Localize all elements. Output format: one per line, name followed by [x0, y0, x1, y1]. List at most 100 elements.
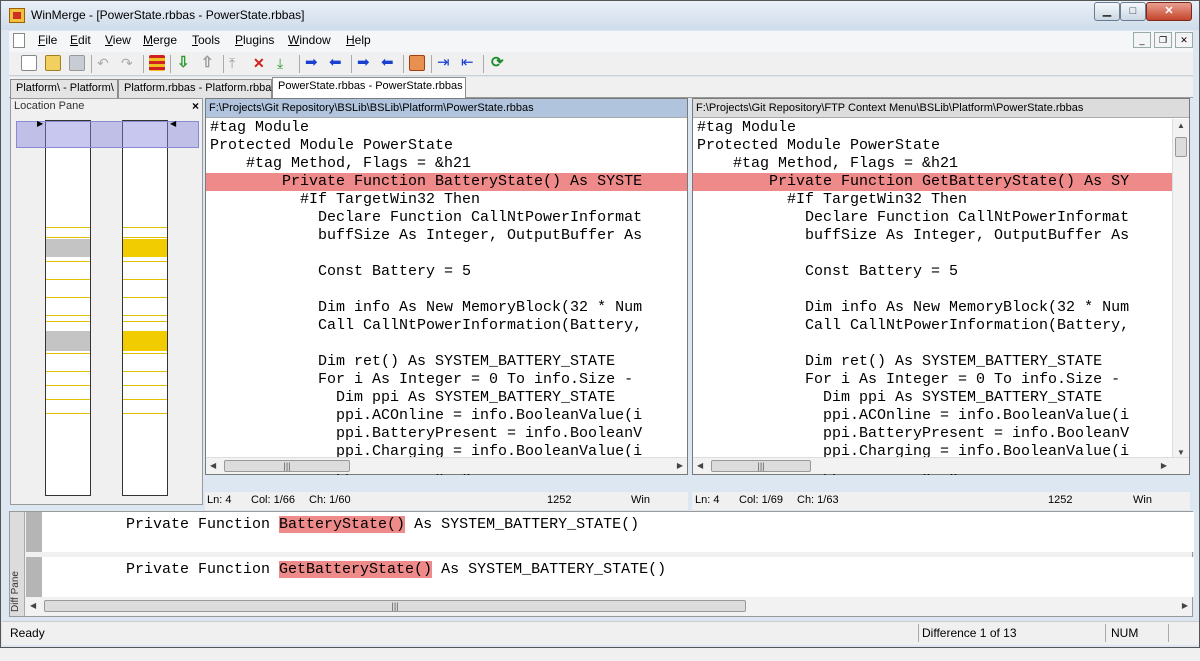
code-line[interactable]	[693, 335, 1173, 353]
close-button[interactable]: ✕	[1146, 2, 1192, 21]
code-line[interactable]: For i As Integer = 0 To info.Size -	[206, 371, 687, 389]
code-line[interactable]: buffSize As Integer, OutputBuffer As	[693, 227, 1173, 245]
location-bar-left[interactable]	[45, 120, 91, 496]
code-line[interactable]: #tag Method, Flags = &h21	[206, 155, 687, 173]
scroll-right-icon[interactable]: ▶	[1161, 461, 1167, 470]
scroll-down-icon[interactable]: ▼	[1177, 448, 1185, 457]
menu-view[interactable]: View	[105, 33, 131, 47]
all-left-icon[interactable]: ⇥	[437, 55, 453, 71]
code-line[interactable]: #tag Method, Flags = &h21	[693, 155, 1173, 173]
code-line[interactable]: Const Battery = 5	[693, 263, 1173, 281]
right-code-view[interactable]: #tag Module Protected Module PowerState #…	[693, 119, 1173, 475]
right-hscroll-thumb[interactable]: |||	[711, 460, 811, 472]
undo-icon[interactable]: ↶	[97, 55, 113, 71]
code-line[interactable]: Const Battery = 5	[206, 263, 687, 281]
right-vscroll-thumb[interactable]	[1175, 137, 1187, 157]
location-bar-right[interactable]	[122, 120, 168, 496]
code-line[interactable]: ppi.BatteryPresent = info.BooleanV	[693, 425, 1173, 443]
code-line[interactable]: Declare Function CallNtPowerInformat	[206, 209, 687, 227]
code-line[interactable]: Protected Module PowerState	[693, 137, 1173, 155]
code-line[interactable]: ppi.ACOnline = info.BooleanValue(i	[206, 407, 687, 425]
new-icon[interactable]	[21, 55, 37, 71]
all-right-icon[interactable]	[409, 55, 425, 71]
scroll-left-icon[interactable]: ◀	[697, 461, 703, 470]
right-vertical-scrollbar[interactable]: ▲ ▼	[1172, 119, 1189, 459]
scroll-left-icon[interactable]: ◀	[30, 601, 36, 610]
diff-hscroll-thumb[interactable]: |||	[44, 600, 746, 612]
minimize-button[interactable]: ▁	[1094, 2, 1120, 21]
scroll-right-icon[interactable]: ▶	[1182, 601, 1188, 610]
code-line[interactable]: Dim ret() As SYSTEM_BATTERY_STATE	[693, 353, 1173, 371]
right-file-pane[interactable]: F:\Projects\Git Repository\FTP Context M…	[692, 98, 1190, 475]
mdi-minimize-button[interactable]: _	[1133, 32, 1151, 48]
code-line[interactable]: Call CallNtPowerInformation(Battery,	[693, 317, 1173, 335]
copy-all-left-icon[interactable]: ⇤	[461, 55, 477, 71]
left-hscroll-thumb[interactable]: |||	[224, 460, 350, 472]
tab-platform-folder[interactable]: Platform\ - Platform\	[10, 79, 118, 98]
copy-right-advance-icon[interactable]: ➡	[357, 55, 373, 71]
tab-platform-rbbas[interactable]: Platform.rbbas - Platform.rbbas	[118, 79, 277, 98]
copy-left-advance-icon[interactable]: ⬅	[381, 55, 397, 71]
mdi-restore-button[interactable]: ❐	[1154, 32, 1172, 48]
code-line[interactable]	[206, 281, 687, 299]
code-line[interactable]: #If TargetWin32 Then	[693, 191, 1173, 209]
code-line[interactable]: Dim ppi As SYSTEM_BATTERY_STATE	[206, 389, 687, 407]
code-line[interactable]	[693, 281, 1173, 299]
winmerge-app-icon[interactable]	[9, 8, 25, 23]
options-icon[interactable]	[149, 55, 165, 71]
code-line[interactable]	[206, 335, 687, 353]
save-icon[interactable]	[69, 55, 85, 71]
menu-file[interactable]: File	[38, 33, 57, 47]
code-line[interactable]: Dim info As New MemoryBlock(32 * Num	[206, 299, 687, 317]
code-line[interactable]	[206, 245, 687, 263]
menu-edit[interactable]: Edit	[70, 33, 91, 47]
code-line[interactable]: Private Function BatteryState() As SYSTE	[206, 173, 687, 191]
left-horizontal-scrollbar[interactable]: ◀ ||| ▶	[206, 457, 687, 474]
code-line[interactable]: Declare Function CallNtPowerInformat	[693, 209, 1173, 227]
location-map[interactable]: ▶ ◀	[16, 118, 199, 502]
last-diff-icon[interactable]: ⤓	[277, 55, 293, 71]
code-line[interactable]: For i As Integer = 0 To info.Size -	[693, 371, 1173, 389]
code-line[interactable]: Call CallNtPowerInformation(Battery,	[206, 317, 687, 335]
menu-plugins[interactable]: Plugins	[235, 33, 274, 47]
redo-icon[interactable]: ↷	[121, 55, 137, 71]
open-icon[interactable]	[45, 55, 61, 71]
diff-line-left[interactable]: Private Function BatteryState() As SYSTE…	[26, 512, 1194, 552]
code-line[interactable]: Private Function GetBatteryState() As SY	[693, 173, 1173, 191]
code-line[interactable]: #tag Module	[693, 119, 1173, 137]
left-code-view[interactable]: #tag Module Protected Module PowerState #…	[206, 119, 687, 475]
document-icon[interactable]	[13, 33, 25, 48]
diff-pane-horizontal-scrollbar[interactable]: ◀ ||| ▶	[26, 598, 1192, 615]
menu-window[interactable]: Window	[288, 33, 331, 47]
code-line[interactable]: ppi.ACOnline = info.BooleanValue(i	[693, 407, 1173, 425]
scroll-left-icon[interactable]: ◀	[210, 461, 216, 470]
first-diff-icon[interactable]: ⤒	[229, 55, 245, 71]
code-line[interactable]	[693, 245, 1173, 263]
code-line[interactable]: #tag Module	[206, 119, 687, 137]
code-line[interactable]: Dim ret() As SYSTEM_BATTERY_STATE	[206, 353, 687, 371]
code-line[interactable]: Protected Module PowerState	[206, 137, 687, 155]
menu-merge[interactable]: Merge	[143, 33, 177, 47]
prev-diff-icon[interactable]: ⇧	[201, 55, 217, 71]
location-pane-close-icon[interactable]: ×	[192, 99, 199, 113]
menu-help[interactable]: Help	[346, 33, 371, 47]
code-line[interactable]: ppi.BatteryPresent = info.BooleanV	[206, 425, 687, 443]
maximize-button[interactable]: □	[1120, 2, 1146, 21]
code-line[interactable]: Dim info As New MemoryBlock(32 * Num	[693, 299, 1173, 317]
next-diff-icon[interactable]: ⇩	[177, 55, 193, 71]
code-line[interactable]: Dim ppi As SYSTEM_BATTERY_STATE	[693, 389, 1173, 407]
current-diff-icon[interactable]: ✕	[253, 55, 269, 71]
menu-tools[interactable]: Tools	[192, 33, 220, 47]
tab-powerstate-rbbas[interactable]: PowerState.rbbas - PowerState.rbbas	[272, 77, 466, 99]
copy-right-icon[interactable]: ➡	[305, 55, 321, 71]
refresh-icon[interactable]: ⟳	[491, 55, 507, 71]
mdi-close-button[interactable]: ✕	[1175, 32, 1193, 48]
code-line[interactable]: #If TargetWin32 Then	[206, 191, 687, 209]
left-file-pane[interactable]: F:\Projects\Git Repository\BSLib\BSLib\P…	[205, 98, 688, 475]
scroll-right-icon[interactable]: ▶	[677, 461, 683, 470]
right-horizontal-scrollbar[interactable]: ◀ ||| ▶	[693, 457, 1189, 474]
diff-pane-handle[interactable]: Diff Pane	[10, 512, 25, 616]
code-line[interactable]: buffSize As Integer, OutputBuffer As	[206, 227, 687, 245]
copy-left-icon[interactable]: ⬅	[329, 55, 345, 71]
scroll-up-icon[interactable]: ▲	[1177, 121, 1185, 130]
